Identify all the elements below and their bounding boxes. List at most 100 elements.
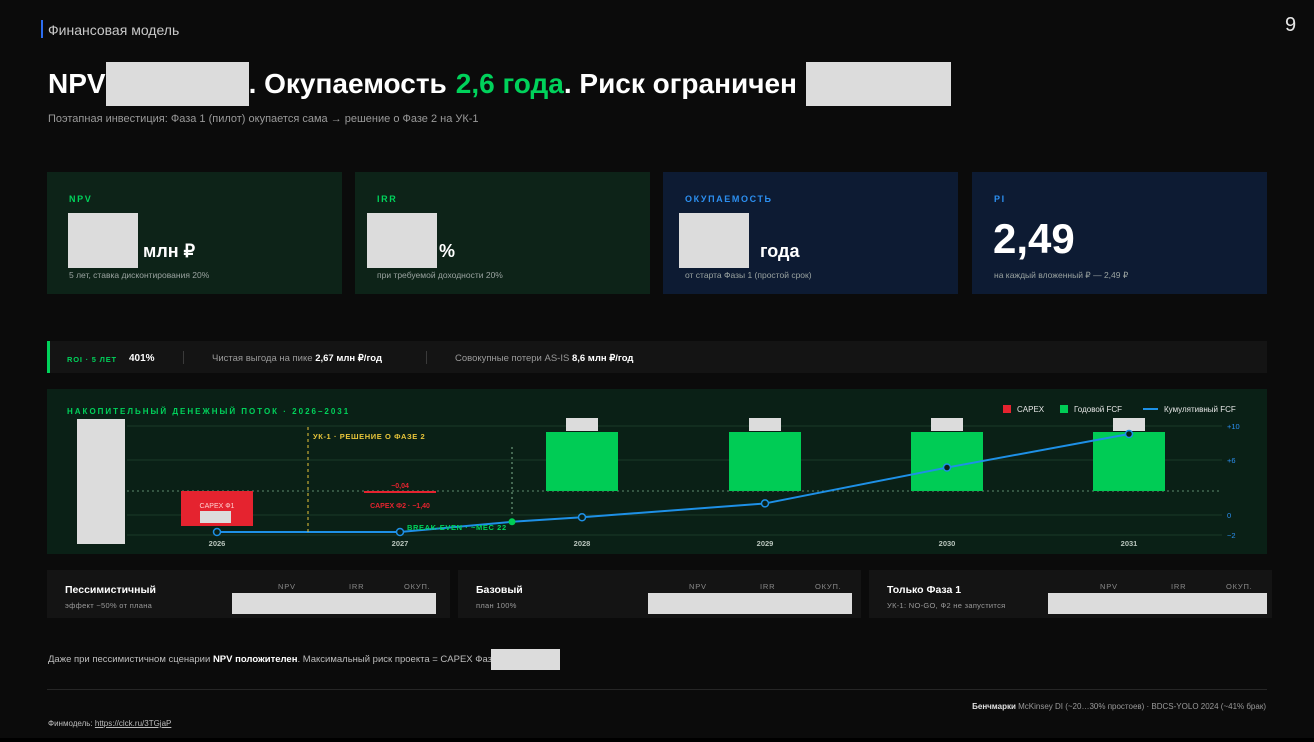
kpi-note: при требуемой доходности 20% [377, 270, 503, 280]
capex-f1-label: CAPEX Ф1 [200, 503, 235, 510]
fcf-bar [546, 432, 618, 491]
finmodel-label: Финмодель: [48, 719, 93, 728]
x-tick-label: 2026 [209, 539, 226, 548]
redacted-scenario-values [648, 593, 852, 614]
chart-title: НАКОПИТЕЛЬНЫЙ ДЕНЕЖНЫЙ ПОТОК · 2026–2031 [67, 407, 350, 416]
scenario-desc: план 100% [476, 601, 517, 610]
kpi-card-payback: ОКУПАЕМОСТЬ года от старта Фазы 1 (прост… [663, 172, 958, 294]
cashflow-chart-svg: НАКОПИТЕЛЬНЫЙ ДЕНЕЖНЫЙ ПОТОК · 2026–2031… [67, 405, 1240, 548]
y-tick-label: +10 [1227, 422, 1240, 431]
col-header-payback: ОКУП. [404, 582, 431, 591]
kpi-note: от старта Фазы 1 (простой срок) [685, 270, 812, 280]
cumulative-fcf-line [217, 433, 1130, 533]
scenario-name: Пессимистичный [65, 584, 156, 596]
y-tick-label: +6 [1227, 456, 1236, 465]
redacted-bar-value [749, 418, 781, 431]
bottom-edge [0, 738, 1314, 742]
benchmarks-text: McKinsey DI (~20…30% простоев) · BDCS-YO… [1015, 702, 1266, 711]
kpi-unit: года [760, 241, 800, 261]
headline-payback-value: 2,6 года [455, 68, 564, 99]
roi-label: ROI · 5 ЛЕТ [67, 355, 117, 364]
redacted-scenario-values [232, 593, 436, 614]
roi-peak-value: 2,67 млн ₽/год [315, 353, 382, 364]
legend-capex-label: CAPEX [1017, 405, 1045, 414]
benchmarks-label: Бенчмарки [972, 702, 1016, 711]
scenario-name: Только Фаза 1 [887, 584, 962, 596]
divider [183, 351, 184, 364]
redacted-risk [805, 62, 951, 106]
fcf-bar [1093, 432, 1165, 491]
cumulative-fcf-point [1124, 429, 1134, 439]
legend-capex-swatch [1003, 405, 1011, 413]
risk-footnote: Даже при пессимистичном сценарии NPV пол… [48, 654, 515, 665]
footnote-bold: NPV положителен [212, 654, 298, 665]
fcf-bar [911, 432, 983, 491]
cumulative-fcf-point [212, 527, 222, 537]
redacted-npv [105, 62, 249, 106]
divider [426, 351, 427, 364]
kpi-label: NPV [69, 194, 93, 204]
redacted-kpi-value [367, 213, 437, 268]
roi-loss-value: 8,6 млн ₽/год [571, 353, 634, 364]
kpi-card-pi: PI 2,49 на каждый вложенный ₽ — 2,49 ₽ [972, 172, 1267, 294]
roi-loss-label: Совокупные потери AS-IS [455, 353, 570, 364]
benchmarks: Бенчмарки McKinsey DI (~20…30% простоев)… [972, 702, 1266, 711]
col-header-payback: ОКУП. [815, 582, 842, 591]
scenario-desc: эффект ~50% от плана [65, 601, 153, 610]
capex-bar [364, 491, 436, 493]
scenario-name: Базовый [476, 584, 523, 596]
scenario-card-base: Базовый план 100% NPV IRR ОКУП. [458, 570, 861, 618]
x-tick-label: 2031 [1121, 539, 1138, 548]
redacted-scenario-values [1048, 593, 1267, 614]
scenario-card-pessimistic: Пессимистичный эффект ~50% от плана NPV … [47, 570, 450, 618]
legend-cum-label: Кумулятивный FCF [1164, 405, 1236, 414]
redacted-kpi-value [679, 213, 749, 268]
redacted-max-risk [491, 649, 560, 670]
scenario-desc: УК-1: NO-GO, Ф2 не запустится [887, 601, 1006, 610]
headline: NPV . Окупаемость 2,6 года . Риск ограни… [48, 62, 951, 106]
cumulative-fcf-point [577, 513, 587, 522]
y-tick-label: 0 [1227, 511, 1231, 520]
scenario-card-phase1: Только Фаза 1 УК-1: NO-GO, Ф2 не запусти… [869, 570, 1272, 618]
capex-f2-small-label: −0,04 [391, 483, 409, 490]
col-header-payback: ОКУП. [1226, 582, 1253, 591]
kpi-card-irr: IRR % при требуемой доходности 20% [355, 172, 650, 294]
kpi-note: 5 лет, ставка дисконтирования 20% [69, 270, 210, 280]
col-header-irr: IRR [349, 582, 365, 591]
kpi-card-npv: NPV млн ₽ 5 лет, ставка дисконтирования … [47, 172, 342, 294]
roi-strip: ROI · 5 ЛЕТ 401% Чистая выгода на пике 2… [47, 341, 1267, 373]
legend-fcf-swatch [1060, 405, 1068, 413]
finmodel: Финмодель: https://clck.ru/3TGjaP [48, 719, 171, 728]
redacted-kpi-value [68, 213, 138, 268]
cumulative-fcf-point [395, 527, 405, 537]
redacted-bar-value [931, 418, 963, 431]
footnote-text-2: . Максимальный риск проекта = CAPEX Фазы… [297, 654, 515, 665]
col-header-npv: NPV [278, 582, 296, 591]
x-tick-label: 2030 [939, 539, 956, 548]
capex-f2-label: CAPEX Ф2 · −1,40 [370, 503, 430, 510]
x-tick-label: 2027 [392, 539, 409, 548]
headline-payback-label: . Окупаемость [248, 68, 447, 99]
roi-peak-label: Чистая выгода на пике [212, 353, 313, 364]
footnote-text-1: Даже при пессимистичном сценарии [48, 654, 213, 665]
redacted-bar-value [1113, 418, 1145, 431]
headline-risk-label: . Риск ограничен [563, 68, 797, 99]
kpi-label: ОКУПАЕМОСТЬ [685, 194, 773, 204]
redacted-bar-value [566, 418, 598, 431]
cumulative-fcf-point [760, 499, 770, 508]
section-title: Финансовая модель [48, 22, 180, 38]
roi-peak: Чистая выгода на пике 2,67 млн ₽/год [212, 353, 382, 364]
headline-npv-label: NPV [48, 68, 106, 99]
finmodel-link[interactable]: https://clck.ru/3TGjaP [95, 719, 171, 728]
subtitle: Поэтапная инвестиция: Фаза 1 (пилот) оку… [48, 113, 479, 125]
kpi-label: IRR [377, 194, 398, 204]
col-header-irr: IRR [760, 582, 776, 591]
breakeven-annotation: BREAK-EVEN · ~МЕС 22 [407, 523, 507, 532]
col-header-npv: NPV [689, 582, 707, 591]
decision-annotation: УК-1 · РЕШЕНИЕ О ФАЗЕ 2 [313, 432, 425, 441]
breakeven-point [508, 518, 516, 526]
redacted-chart-block [77, 419, 125, 544]
roi-accent [47, 341, 50, 373]
kpi-unit: млн ₽ [143, 241, 196, 261]
fcf-bar [729, 432, 801, 491]
